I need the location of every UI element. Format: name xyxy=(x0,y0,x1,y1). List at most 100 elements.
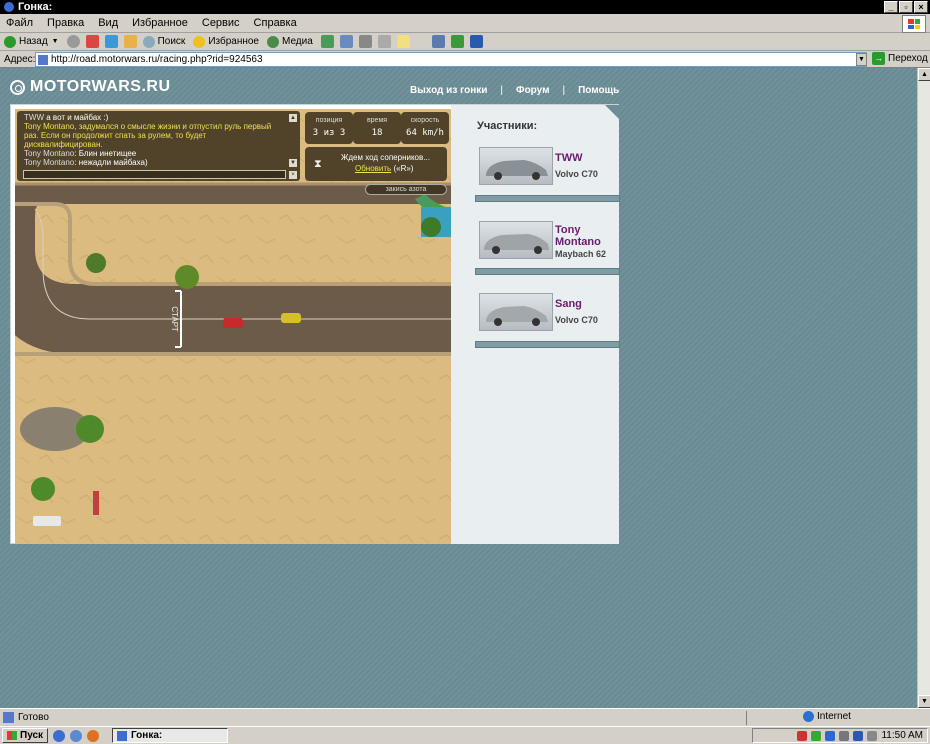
windows-flag-icon xyxy=(7,731,17,740)
go-button[interactable]: → Переход xyxy=(872,52,928,65)
start-label: Пуск xyxy=(20,730,44,741)
position-value: 3 из 3 xyxy=(312,128,346,138)
menu-view[interactable]: Вид xyxy=(98,17,118,29)
menu-edit[interactable]: Правка xyxy=(47,17,84,29)
tray-icon[interactable] xyxy=(825,730,836,741)
favorites-button[interactable]: Избранное xyxy=(193,35,259,48)
start-label: СТАРТ xyxy=(170,306,179,331)
folder-icon[interactable] xyxy=(396,35,410,48)
participant-car: Maybach 62 xyxy=(555,249,607,259)
quicklaunch-ie-icon[interactable] xyxy=(53,729,66,742)
star-icon xyxy=(193,35,206,48)
address-bar: Адрес: http://road.motorwars.ru/racing.p… xyxy=(0,51,930,68)
chat-system-message: Tony Montano, задумался о смысле жизни и… xyxy=(24,122,272,149)
history-icon[interactable] xyxy=(320,35,334,48)
chevron-down-icon[interactable]: ▼ xyxy=(52,38,59,45)
taskbar: Пуск Гонка: 11:50 AM xyxy=(0,726,930,744)
refresh-icon[interactable] xyxy=(104,35,118,48)
icq-icon[interactable] xyxy=(450,35,464,48)
stop-icon[interactable] xyxy=(85,35,99,48)
chat-message: Tony Montano: нежадли майбаха) xyxy=(24,158,148,167)
car-icon xyxy=(486,306,548,326)
time-label: время xyxy=(366,117,388,124)
page-icon xyxy=(38,55,48,65)
print-icon[interactable] xyxy=(358,35,372,48)
surfboard xyxy=(93,491,99,515)
media-label: Медиа xyxy=(282,36,313,47)
car-icon xyxy=(484,234,549,254)
participant-car: Volvo C70 xyxy=(555,169,598,179)
chat-scroll-up-icon[interactable]: ▲ xyxy=(289,114,297,122)
system-tray: 11:50 AM xyxy=(752,728,928,743)
chat-text: Блин инетищее xyxy=(78,149,137,158)
forward-icon[interactable] xyxy=(66,35,80,48)
language-icon[interactable] xyxy=(797,730,808,741)
status-text: Готово xyxy=(18,712,49,723)
menu-tools[interactable]: Сервис xyxy=(202,17,240,29)
back-arrow-icon xyxy=(4,35,16,48)
time-value: 18 xyxy=(371,128,383,138)
progress-bar xyxy=(475,341,620,348)
nitro-button[interactable]: закись азота xyxy=(365,184,447,195)
quicklaunch-firefox-icon[interactable] xyxy=(87,729,100,742)
chat-input[interactable] xyxy=(23,170,286,179)
chat-message: Tony Montano: Блин инетищее xyxy=(24,149,137,158)
scroll-up-icon[interactable]: ▲ xyxy=(918,68,930,81)
home-icon[interactable] xyxy=(123,35,137,48)
menu-favorites[interactable]: Избранное xyxy=(132,17,188,29)
refresh-hotkey: («R») xyxy=(393,164,414,173)
go-arrow-icon: → xyxy=(872,52,885,65)
bluetooth-icon[interactable] xyxy=(853,730,864,741)
chat-send-icon[interactable]: × xyxy=(289,171,297,179)
site-logo[interactable]: MOTORWARS.RU xyxy=(10,78,171,96)
participant-card[interactable]: TWW Volvo C70 xyxy=(479,147,609,187)
speed-label: скорость xyxy=(410,117,440,124)
progress-bar xyxy=(475,268,620,275)
messenger-icon[interactable] xyxy=(431,35,445,48)
car-red xyxy=(223,318,243,328)
participant-card[interactable]: Sang Volvo C70 xyxy=(479,293,609,333)
refresh-link[interactable]: Обновить xyxy=(355,164,391,173)
windows-logo-icon xyxy=(902,15,926,33)
tray-icon[interactable] xyxy=(811,730,822,741)
address-input[interactable]: http://road.motorwars.ru/racing.php?rid=… xyxy=(35,52,867,67)
start-button[interactable]: Пуск xyxy=(2,728,49,743)
edit-icon[interactable] xyxy=(377,35,391,48)
menu-file[interactable]: Файл xyxy=(6,17,33,29)
address-dropdown-icon[interactable]: ▼ xyxy=(856,53,867,66)
security-zone: Internet xyxy=(803,711,851,722)
beach-towel xyxy=(33,516,61,526)
media-button[interactable]: Медиа xyxy=(267,35,313,48)
bluetooth-icon[interactable] xyxy=(469,35,483,48)
back-button[interactable]: Назад ▼ xyxy=(4,35,59,48)
participant-name[interactable]: Tony Montano xyxy=(555,224,615,248)
maximize-button[interactable]: ▫ xyxy=(899,1,913,13)
quicklaunch-desktop-icon[interactable] xyxy=(70,729,83,742)
participant-name[interactable]: TWW xyxy=(555,152,615,164)
minimize-button[interactable]: _ xyxy=(884,1,898,13)
chat-scroll-down-icon[interactable]: ▼ xyxy=(289,159,297,167)
taskbar-item-race[interactable]: Гонка: xyxy=(112,728,228,743)
menu-help[interactable]: Справка xyxy=(254,17,297,29)
nav-exit-race[interactable]: Выход из гонки xyxy=(410,85,487,96)
mail-icon[interactable] xyxy=(339,35,353,48)
race-frame: СТАРТ TWW а вот и майбах:) Tony Montano… xyxy=(10,104,620,544)
chat-text: а вот и майбах :) xyxy=(46,113,109,122)
race-track[interactable]: СТАРТ TWW а вот и майбах:) Tony Montano… xyxy=(15,109,451,544)
time-stat: время 18 xyxy=(353,112,401,144)
network-icon[interactable] xyxy=(839,730,850,741)
nav-forum[interactable]: Форум xyxy=(516,85,549,96)
participant-name[interactable]: Sang xyxy=(555,298,615,310)
address-label: Адрес: xyxy=(4,53,36,65)
clock: 11:50 AM xyxy=(881,730,923,741)
position-stat: позиция 3 из 3 xyxy=(305,112,353,144)
participant-card[interactable]: Tony Montano Maybach 62 xyxy=(479,221,609,261)
volume-icon[interactable] xyxy=(867,730,878,741)
scroll-down-icon[interactable]: ▼ xyxy=(918,695,930,708)
search-button[interactable]: Поиск xyxy=(142,35,185,48)
close-button[interactable]: × xyxy=(914,1,928,13)
speed-stat: скорость 64 km/h xyxy=(401,112,449,144)
ie-icon xyxy=(4,2,14,12)
vertical-scrollbar[interactable]: ▲ ▼ xyxy=(917,68,930,708)
nav-help[interactable]: Помощь xyxy=(578,85,619,96)
